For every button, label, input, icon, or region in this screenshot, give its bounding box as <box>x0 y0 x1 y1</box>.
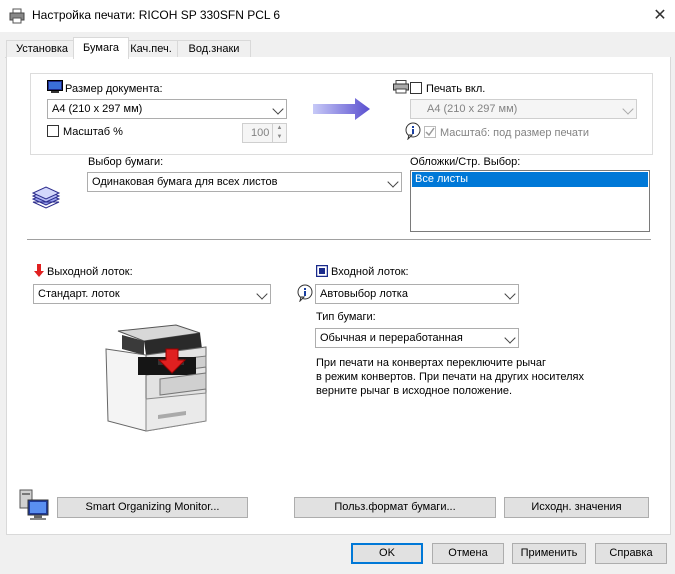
scale-value: 100 <box>251 127 270 139</box>
paper-type-select[interactable]: Обычная и переработанная <box>315 328 519 348</box>
info-line: При печати на конвертах переключите рыча… <box>316 357 546 369</box>
restore-defaults-button[interactable]: Исходн. значения <box>504 497 649 518</box>
printer-small-icon <box>393 80 409 97</box>
print-on-checkbox[interactable] <box>410 82 422 94</box>
print-on-label: Печать вкл. <box>426 83 486 95</box>
info-icon <box>296 284 314 305</box>
smart-organizing-monitor-button[interactable]: Smart Organizing Monitor... <box>57 497 248 518</box>
window-title: Настройка печати: RICOH SP 330SFN PCL 6 <box>32 8 281 22</box>
input-tray-label: Входной лоток: <box>331 266 409 278</box>
doc-size-value: A4 (210 x 297 мм) <box>52 103 143 115</box>
paper-select-value: Одинаковая бумага для всех листов <box>92 176 278 188</box>
chevron-down-icon <box>387 176 399 188</box>
tab-watermarks[interactable]: Вод.знаки <box>177 40 251 58</box>
fit-scale-label: Масштаб: под размер печати <box>440 127 589 139</box>
chevron-down-icon <box>256 288 268 300</box>
chevron-down-icon <box>272 103 284 115</box>
computer-icon <box>18 488 52 525</box>
covers-label: Обложки/Стр. Выбор: <box>410 156 521 168</box>
input-tray-select[interactable]: Автовыбор лотка <box>315 284 519 304</box>
covers-listbox[interactable]: Все листы <box>410 170 650 232</box>
apply-button[interactable]: Применить <box>512 543 586 564</box>
document-icon <box>47 80 63 97</box>
output-tray-label: Выходной лоток: <box>47 266 133 278</box>
covers-item-all-sheets[interactable]: Все листы <box>412 172 648 187</box>
paper-select-label: Выбор бумаги: <box>88 156 164 168</box>
cancel-button[interactable]: Отмена <box>432 543 504 564</box>
envelope-info-text: При печати на конвертах переключите рыча… <box>316 356 616 398</box>
close-icon[interactable]: ✕ <box>645 4 675 28</box>
input-tray-value: Автовыбор лотка <box>320 288 408 300</box>
tab-paper[interactable]: Бумага <box>73 37 129 59</box>
scale-checkbox[interactable] <box>47 125 59 137</box>
chevron-down-icon <box>622 103 634 115</box>
chevron-down-icon <box>504 332 516 344</box>
print-on-value: A4 (210 x 297 мм) <box>427 103 518 115</box>
scale-spinner[interactable]: 100 ▲ ▼ <box>242 123 287 143</box>
scale-label: Масштаб % <box>63 126 123 138</box>
output-tray-value: Стандарт. лоток <box>38 288 120 300</box>
device-image <box>102 323 210 438</box>
chevron-down-icon <box>504 288 516 300</box>
info-icon <box>404 122 422 143</box>
info-line: в режим конвертов. При печати на других … <box>316 371 584 383</box>
help-button[interactable]: Справка <box>595 543 667 564</box>
ok-button[interactable]: OK <box>351 543 423 564</box>
custom-paper-size-button[interactable]: Польз.формат бумаги... <box>294 497 496 518</box>
doc-size-label: Размер документа: <box>65 83 163 95</box>
fit-scale-checkbox[interactable] <box>424 126 436 138</box>
paper-select-dropdown[interactable]: Одинаковая бумага для всех листов <box>87 172 402 192</box>
doc-size-select[interactable]: A4 (210 x 297 мм) <box>47 99 287 119</box>
tray-icon <box>315 264 329 280</box>
arrow-right-icon <box>313 97 371 124</box>
spinner-arrows-icon: ▲ ▼ <box>272 124 286 142</box>
paper-type-label: Тип бумаги: <box>316 311 376 323</box>
output-tray-select[interactable]: Стандарт. лоток <box>33 284 271 304</box>
paper-type-value: Обычная и переработанная <box>320 332 463 344</box>
section-separator <box>27 239 651 240</box>
red-arrow-down-icon <box>33 264 45 281</box>
paper-stack-icon <box>31 183 61 216</box>
print-on-select[interactable]: A4 (210 x 297 мм) <box>410 99 637 119</box>
printer-icon <box>9 8 25 27</box>
tab-setup[interactable]: Установка <box>6 40 78 58</box>
info-line: верните рычаг в исходное положение. <box>316 385 513 397</box>
tab-print-quality[interactable]: Кач.печ. <box>121 40 181 58</box>
